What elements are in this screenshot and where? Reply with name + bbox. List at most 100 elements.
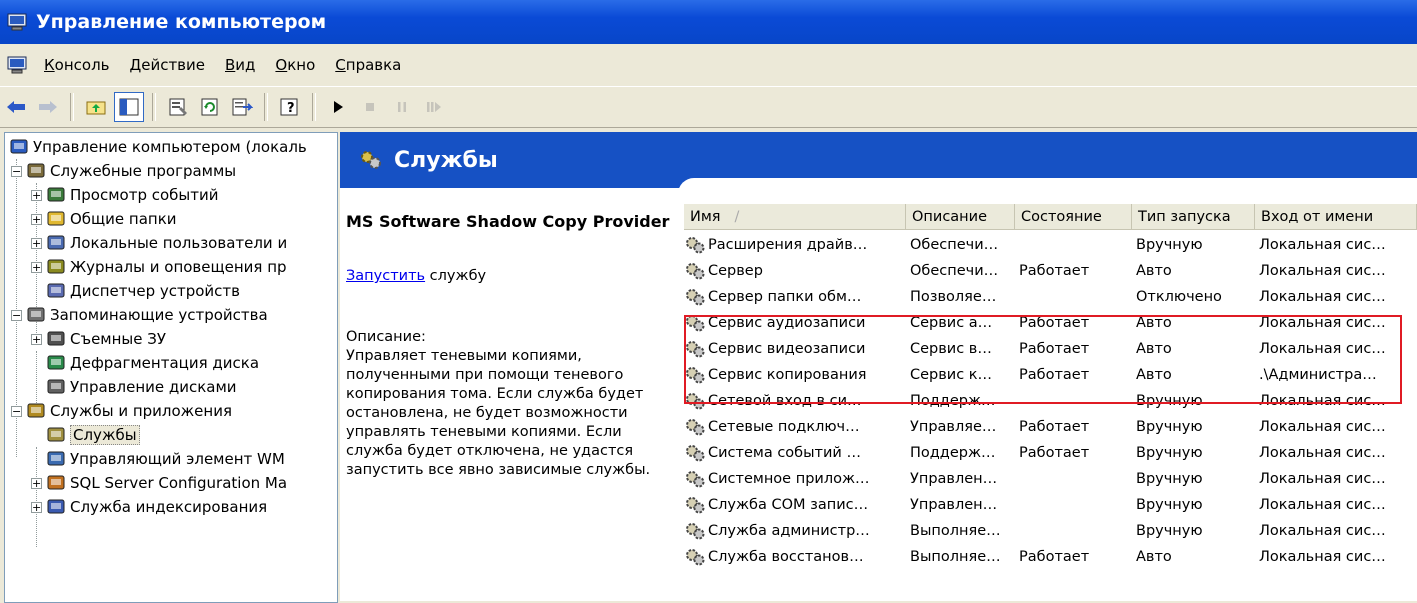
column-header-label: Тип запуска	[1138, 208, 1231, 225]
tree-item[interactable]: + Служба индексирования	[31, 495, 267, 519]
table-cell: Сервис копирования	[684, 362, 900, 388]
table-cell: Локальная сис…	[1259, 440, 1415, 466]
description-text: Управляет теневыми копиями, полученными п…	[346, 347, 676, 480]
menu-accelerator: К	[44, 56, 55, 74]
tree-item-label: Диспетчер устройств	[70, 282, 241, 300]
menu-item-0[interactable]: Консоль	[34, 56, 120, 74]
device-manager-icon	[47, 283, 65, 298]
console-tree[interactable]: Управление компьютером (локаль − Служебные…	[4, 132, 338, 603]
table-row[interactable]: Служба COM запис… Управлен… Вручную Локальн…	[684, 492, 1417, 518]
stop-service-button[interactable]	[356, 93, 384, 121]
tree-item[interactable]: Управление компьютером (локаль	[9, 135, 307, 159]
tree-item[interactable]: Управляющий элемент WM	[31, 447, 285, 471]
pause-icon	[398, 102, 406, 112]
console-icon[interactable]	[6, 55, 28, 75]
table-row[interactable]: Служба администр… Выполняе… Вручную Локальн…	[684, 518, 1417, 544]
table-row[interactable]: Расширения драйв… Обеспечи… Вручную Локальн…	[684, 232, 1417, 258]
table-cell: Выполняе…	[910, 544, 1013, 570]
table-cell: Работает	[1019, 414, 1130, 440]
tree-item[interactable]: Управление дисками	[31, 375, 237, 399]
expand-icon[interactable]: +	[31, 213, 42, 225]
shared-folder-icon	[47, 211, 65, 226]
column-header-log-on-as[interactable]: Вход от имени	[1255, 204, 1417, 230]
tree-item[interactable]: + SQL Server Configuration Ma	[31, 471, 287, 495]
cell-text: Локальная сис…	[1259, 393, 1386, 409]
restart-service-button[interactable]	[420, 93, 448, 121]
expand-icon[interactable]: +	[31, 501, 42, 513]
refresh-icon	[201, 98, 218, 116]
restart-icon	[427, 102, 441, 112]
table-cell: Вручную	[1136, 388, 1253, 414]
pause-service-button[interactable]	[388, 93, 416, 121]
service-gear-icon	[686, 315, 705, 332]
table-cell: Управляе…	[910, 414, 1013, 440]
start-service-button[interactable]	[324, 93, 352, 121]
cell-text: Сервис видеозаписи	[708, 341, 866, 357]
refresh-button[interactable]	[196, 93, 224, 121]
expand-icon[interactable]: +	[31, 237, 42, 249]
table-row[interactable]: Сервис аудиозаписи Сервис а… Работает Авто Л…	[684, 310, 1417, 336]
table-row[interactable]: Сетевой вход в си… Поддерж… Вручную Локальн…	[684, 388, 1417, 414]
table-cell: Управлен…	[910, 492, 1013, 518]
column-header-status[interactable]: Состояние	[1015, 204, 1132, 230]
tree-item[interactable]: Диспетчер устройств	[31, 279, 240, 303]
table-row[interactable]: Система событий … Поддерж… Работает Вручную…	[684, 440, 1417, 466]
service-gear-icon	[686, 289, 705, 306]
tree-item-label: Службы	[70, 425, 140, 445]
forward-button[interactable]	[34, 93, 62, 121]
header-curve	[678, 178, 1417, 198]
tree-item[interactable]: − Службы и приложения	[11, 399, 232, 423]
tree-item[interactable]: − Запоминающие устройства	[11, 303, 268, 327]
tree-item[interactable]: + Общие папки	[31, 207, 177, 231]
table-row[interactable]: Сервер папки обм… Позволяе… Отключено Локал…	[684, 284, 1417, 310]
tree-item[interactable]: + Просмотр событий	[31, 183, 219, 207]
expand-icon[interactable]: +	[31, 333, 42, 345]
menu-item-4[interactable]: Справка	[325, 56, 411, 74]
expand-icon[interactable]: +	[31, 189, 42, 201]
tree-item[interactable]: Службы	[31, 423, 140, 447]
table-row[interactable]: Сервис видеозаписи Сервис в… Работает Авто Л…	[684, 336, 1417, 362]
service-gear-icon	[686, 341, 705, 358]
sort-indicator-icon: /	[734, 208, 740, 225]
table-row[interactable]: Сервер Обеспечи… Работает Авто Локальная сис…	[684, 258, 1417, 284]
column-header-description[interactable]: Описание	[906, 204, 1015, 230]
menu-item-1[interactable]: Действие	[120, 56, 216, 74]
cell-text: Сервис в…	[910, 341, 992, 357]
collapse-icon[interactable]: −	[11, 165, 22, 177]
help-button[interactable]: ?	[276, 93, 304, 121]
column-header-name[interactable]: Имя /	[684, 204, 906, 230]
expand-icon[interactable]: +	[31, 261, 42, 273]
cell-text: Работает	[1019, 315, 1090, 331]
tree-item[interactable]: + Съемные ЗУ	[31, 327, 166, 351]
export-list-button[interactable]	[228, 93, 256, 121]
tree-item[interactable]: + Журналы и оповещения пр	[31, 255, 287, 279]
description-line: Управляет теневыми копиями,	[346, 348, 582, 364]
cell-text: Отключено	[1136, 289, 1222, 305]
properties-button[interactable]	[164, 93, 192, 121]
table-row[interactable]: Сетевые подключ… Управляе… Работает Вручную…	[684, 414, 1417, 440]
tree-item[interactable]: + Локальные пользователи и	[31, 231, 287, 255]
menu-item-2[interactable]: Вид	[215, 56, 265, 74]
column-header-startup-type[interactable]: Тип запуска	[1132, 204, 1255, 230]
table-row[interactable]: Служба восстанов… Выполняе… Работает Авто Ло…	[684, 544, 1417, 570]
show-hide-tree-button[interactable]	[114, 92, 144, 122]
users-icon	[47, 235, 65, 250]
expand-icon[interactable]: +	[31, 477, 42, 489]
tree-item[interactable]: Дефрагментация диска	[31, 351, 259, 375]
back-button[interactable]	[2, 93, 30, 121]
cell-text: Служба восстанов…	[708, 549, 864, 565]
cell-text: Сервис а…	[910, 315, 993, 331]
collapse-icon[interactable]: −	[11, 405, 22, 417]
removable-storage-icon	[47, 331, 65, 346]
tree-item[interactable]: − Служебные программы	[11, 159, 236, 183]
start-service-link[interactable]: Запустить	[346, 268, 425, 284]
menu-item-3[interactable]: Окно	[265, 56, 325, 74]
table-row[interactable]: Сервис копирования Сервис к… Работает Авто.…	[684, 362, 1417, 388]
collapse-icon[interactable]: −	[11, 309, 22, 321]
up-level-button[interactable]	[82, 93, 110, 121]
cell-text: Работает	[1019, 263, 1090, 279]
table-row[interactable]: Системное прилож… Управлен… Вручную Локальн…	[684, 466, 1417, 492]
table-cell: Расширения драйв…	[684, 232, 900, 258]
